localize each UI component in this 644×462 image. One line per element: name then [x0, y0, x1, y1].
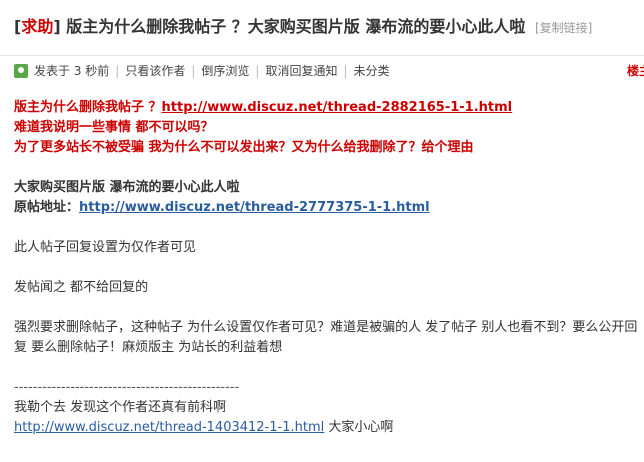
separator: | — [255, 64, 260, 78]
post-text: 大家小心啊 — [324, 420, 394, 435]
cancel-notify-link[interactable]: 取消回复通知 — [265, 57, 337, 85]
post-line: 版主为什么删除我帖子 ？http://www.discuz.net/thread… — [14, 98, 644, 118]
post-line: 大家购买图片版 瀑布流的要小心此人啦 — [14, 180, 240, 195]
thread-type-tag[interactable]: 求助 — [21, 17, 53, 36]
separator: | — [191, 64, 196, 78]
post-meta-bar: 发表于 3 秒前 | 只看该作者 | 倒序浏览 | 取消回复通知 | 未分类 楼主 — [0, 57, 644, 87]
post-link[interactable]: http://www.discuz.net/thread-2882165-1-1… — [162, 100, 513, 115]
post-paragraph: 强烈要求删除帖子，这种帖子 为什么设置仅作者可见？难道是被骗的人 发了帖子 别人… — [14, 320, 638, 355]
post-line: http://www.discuz.net/thread-1403412-1-1… — [14, 418, 644, 438]
category-link[interactable]: 未分类 — [354, 57, 390, 85]
post-meta-items: 发表于 3 秒前 | 只看该作者 | 倒序浏览 | 取消回复通知 | 未分类 — [34, 57, 390, 85]
post-content: 版主为什么删除我帖子 ？http://www.discuz.net/thread… — [14, 98, 644, 438]
copy-link-button[interactable]: [复制链接] — [535, 21, 592, 35]
post-text: 原帖地址： — [14, 200, 80, 215]
post-line: 我勒个去 发现这个作者还真有前科啊 — [14, 400, 227, 415]
thread-title: [求助] 版主为什么删除我帖子 ？大家购买图片版 瀑布流的要小心此人啦 [复制链… — [14, 16, 592, 39]
floor-label[interactable]: 楼主 — [627, 57, 644, 85]
post-time: 发表于 3 秒前 — [34, 64, 110, 78]
post-line: 难道我说明一些事情 都不可以吗？ — [14, 120, 214, 135]
thread-subject: 版主为什么删除我帖子 ？大家购买图片版 瀑布流的要小心此人啦 — [66, 17, 526, 36]
divider-line: ----------------------------------------… — [14, 380, 240, 395]
online-author-icon — [14, 64, 28, 78]
separator: | — [115, 64, 120, 78]
separator: | — [343, 64, 348, 78]
post-line: 原帖地址：http://www.discuz.net/thread-277737… — [14, 198, 644, 218]
author-only-link[interactable]: 只看该作者 — [125, 57, 185, 85]
reverse-order-link[interactable]: 倒序浏览 — [201, 57, 249, 85]
original-post-link[interactable]: http://www.discuz.net/thread-2777375-1-1… — [79, 200, 430, 215]
thread-title-bar: [求助] 版主为什么删除我帖子 ？大家购买图片版 瀑布流的要小心此人啦 [复制链… — [0, 0, 644, 56]
thread-tag-close: ] — [53, 17, 61, 36]
post-line: 此人帖子回复设置为仅作者可见 — [14, 240, 197, 255]
post-text: 版主为什么删除我帖子 ？ — [14, 100, 162, 115]
prior-thread-link[interactable]: http://www.discuz.net/thread-1403412-1-1… — [14, 420, 324, 435]
post-line: 为了更多站长不被受骗 我为什么不可以发出来？又为什么给我删除了？给个理由 — [14, 140, 474, 155]
post-line: 发帖闻之 都不给回复的 — [14, 280, 149, 295]
